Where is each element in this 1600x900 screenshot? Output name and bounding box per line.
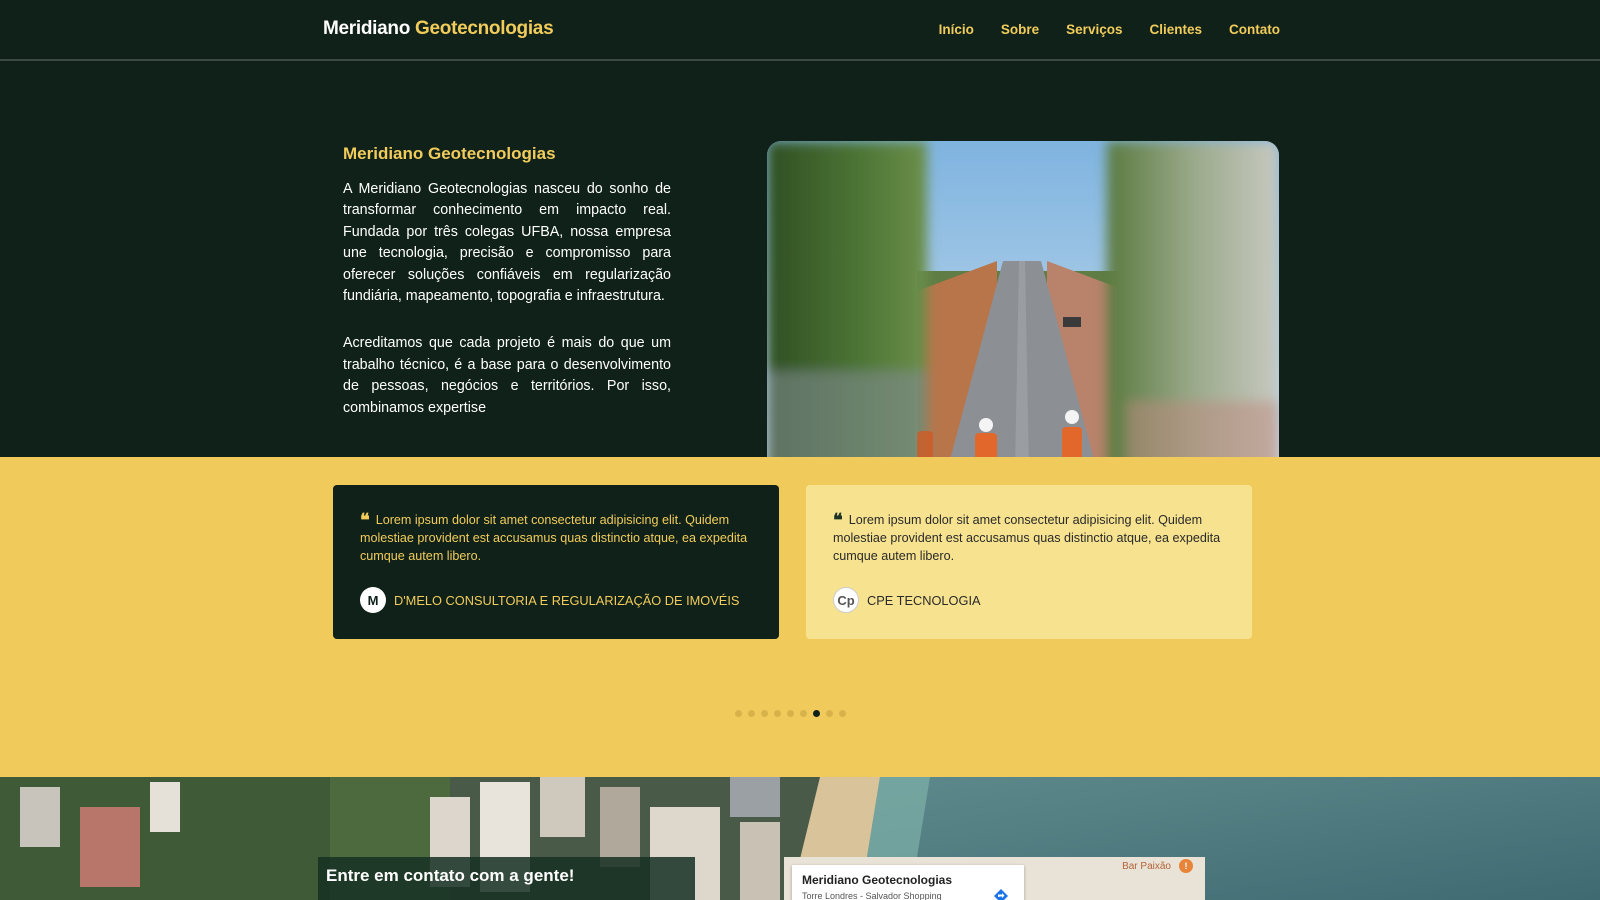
about-title: Meridiano Geotecnologias — [343, 144, 556, 163]
directions-icon[interactable] — [992, 887, 1010, 900]
carousel-dot[interactable] — [800, 710, 807, 717]
site-header: Meridiano Geotecnologias Início Sobre Se… — [0, 0, 1600, 61]
carousel-dot[interactable] — [787, 710, 794, 717]
nav-link-sobre[interactable]: Sobre — [1001, 22, 1039, 37]
testimonial-company: M D'MELO CONSULTORIA E REGULARIZAÇÃO DE … — [360, 587, 753, 614]
company-logo-icon: Cp — [833, 587, 859, 614]
contact-section: Entre em contato com a gente! Bar Paixão… — [0, 777, 1600, 900]
carousel-dot[interactable] — [774, 710, 781, 717]
map-nearby-label: Bar Paixão — [1122, 861, 1171, 872]
testimonial-company: Cp CPE TECNOLOGIA — [833, 587, 1226, 614]
carousel-dot[interactable] — [826, 710, 833, 717]
map-info-card: Meridiano Geotecnologias Torre Londres -… — [792, 865, 1024, 900]
nav-link-servicos[interactable]: Serviços — [1066, 22, 1122, 37]
testimonial-quote: Lorem ipsum dolor sit amet consectetur a… — [360, 513, 748, 563]
testimonial-text: ❝ Lorem ipsum dolor sit amet consectetur … — [360, 512, 753, 565]
testimonial-card[interactable]: ❝ Lorem ipsum dolor sit amet consectetur … — [806, 485, 1252, 639]
carousel-dot[interactable] — [761, 710, 768, 717]
quote-icon: ❝ — [833, 510, 843, 531]
company-logo-icon: M — [360, 587, 386, 614]
main-nav: Início Sobre Serviços Clientes Contato — [939, 22, 1280, 37]
location-map[interactable]: Bar Paixão ! Meridiano Geotecnologias To… — [784, 857, 1205, 900]
about-paragraph-2: Acreditamos que cada projeto é mais do q… — [343, 335, 671, 416]
quote-icon: ❝ — [360, 510, 370, 531]
brand-name-part1: Meridiano — [323, 18, 411, 39]
about-section: Meridiano Geotecnologias A Meridiano Geo… — [0, 61, 1600, 457]
testimonial-text: ❝ Lorem ipsum dolor sit amet consectetur … — [833, 512, 1226, 565]
map-pin-icon[interactable]: ! — [1179, 859, 1193, 873]
testimonials-section: ❝ Lorem ipsum dolor sit amet consectetur … — [0, 457, 1600, 777]
nav-link-clientes[interactable]: Clientes — [1149, 22, 1202, 37]
carousel-dot[interactable] — [813, 710, 820, 717]
map-place-address: Torre Londres - Salvador Shopping — [802, 891, 942, 900]
contact-title: Entre em contato com a gente! — [326, 866, 575, 885]
nav-link-contato[interactable]: Contato — [1229, 22, 1280, 37]
map-place-name: Meridiano Geotecnologias — [802, 873, 953, 887]
road-construction-photo — [767, 141, 1279, 457]
about-paragraph-1: A Meridiano Geotecnologias nasceu do son… — [343, 181, 671, 305]
about-text: A Meridiano Geotecnologias nasceu do son… — [343, 179, 671, 445]
testimonial-card[interactable]: ❝ Lorem ipsum dolor sit amet consectetur … — [333, 485, 779, 639]
nav-link-inicio[interactable]: Início — [939, 22, 974, 37]
carousel-dot[interactable] — [735, 710, 742, 717]
company-name: CPE TECNOLOGIA — [867, 592, 981, 608]
company-name: D'MELO CONSULTORIA E REGULARIZAÇÃO DE IM… — [394, 592, 740, 608]
carousel-pagination — [735, 710, 846, 717]
brand-logo[interactable]: Meridiano Geotecnologias — [323, 18, 554, 40]
carousel-dot[interactable] — [748, 710, 755, 717]
testimonial-quote: Lorem ipsum dolor sit amet consectetur a… — [833, 513, 1221, 563]
brand-name-part2: Geotecnologias — [415, 18, 554, 39]
carousel-dot[interactable] — [839, 710, 846, 717]
